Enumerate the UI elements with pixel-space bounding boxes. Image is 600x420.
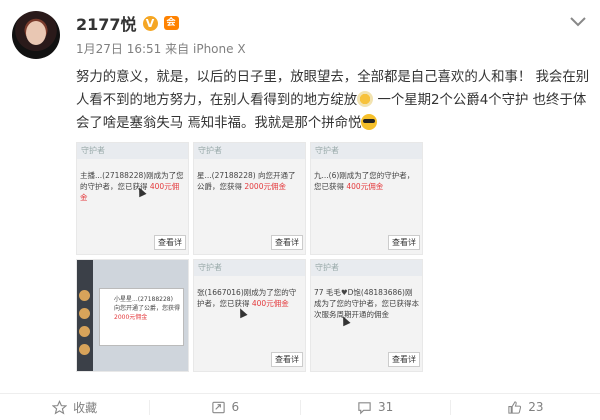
sunflower-emoji-icon: [357, 91, 374, 107]
thumbs-up-icon: [508, 400, 522, 414]
chat-avatar-icon: [79, 308, 90, 319]
thumb-view-button: 查看详: [388, 235, 420, 250]
chat-avatar-icon: [79, 344, 90, 355]
user-name[interactable]: 2177悦: [76, 11, 137, 35]
thumb-text: 九...(6)刚成为了您的守护者，您已获得 400元佣金: [314, 171, 415, 191]
verified-icon: V: [142, 15, 158, 31]
comment-count: 31: [377, 400, 394, 414]
favorite-label: 收藏: [73, 400, 98, 415]
image-thumb-6[interactable]: 守护者 77 毛毛♥D饱(48183686)刚成为了您的守护者，您已获得本次服务…: [310, 259, 423, 372]
repost-count: 6: [231, 400, 240, 414]
user-name-row: 2177悦 V 会: [76, 12, 179, 34]
thumb-bar: 守护者: [311, 260, 422, 276]
thumb-bar: 守护者: [77, 143, 188, 159]
image-thumb-1[interactable]: 守护者 主播...(27188228)刚成为了您的守护者，您已获得 400元佣金…: [76, 142, 189, 255]
cool-sunglasses-emoji-icon: [361, 114, 378, 130]
chat-avatar-icon: [79, 326, 90, 337]
like-count: 23: [528, 400, 544, 414]
star-icon: [52, 399, 68, 414]
comment-icon: [358, 401, 371, 414]
weibo-post: 2177悦 V 会 1月27日 16:51 来自 iPhone X 努力的意义，…: [0, 0, 600, 420]
thumb-text: 77 毛毛♥D饱(48183686)刚成为了您的守护者，您已获得本次服务周期开通…: [314, 288, 419, 319]
thumb-view-button: 查看详: [271, 352, 303, 367]
thumb-view-button: 查看详: [388, 352, 420, 367]
source-prefix: 来自: [165, 42, 190, 56]
source-device: iPhone X: [193, 42, 246, 56]
image-grid: 守护者 主播...(27188228)刚成为了您的守护者，您已获得 400元佣金…: [76, 142, 424, 375]
repost-button[interactable]: 6: [149, 399, 299, 415]
thumb-view-button: 查看详: [154, 235, 186, 250]
thumb-bar: 守护者: [194, 143, 305, 159]
image-thumb-3[interactable]: 守护者 九...(6)刚成为了您的守护者，您已获得 400元佣金 查看详: [310, 142, 423, 255]
image-thumb-4[interactable]: 小星星...(27188228) 向您开通了公爵，您获得 2000元佣金: [76, 259, 189, 372]
popup-card: 小星星...(27188228) 向您开通了公爵，您获得 2000元佣金: [99, 288, 184, 346]
user-avatar[interactable]: [12, 11, 60, 59]
like-button[interactable]: 23: [449, 399, 600, 415]
image-thumb-2[interactable]: 守护者 星...(27188228) 向您开通了公爵，您获得 2000元佣金 查…: [193, 142, 306, 255]
image-thumb-5[interactable]: 守护者 张(1667016)刚成为了您的守护者，您已获得 400元佣金 查看详: [193, 259, 306, 372]
thumb-bar: 守护者: [311, 143, 422, 159]
vip-badge-icon[interactable]: 会: [163, 16, 179, 30]
thumb-view-button: 查看详: [271, 235, 303, 250]
chevron-down-icon[interactable]: [568, 14, 588, 30]
thumb-bar: 守护者: [194, 260, 305, 276]
action-bar: 收藏 6 31 23: [0, 393, 600, 420]
favorite-button[interactable]: 收藏: [0, 399, 149, 416]
repost-icon: [211, 401, 225, 413]
post-time: 16:51: [126, 42, 162, 56]
thumb-text: 主播...(27188228)刚成为了您的守护者，您已获得 400元佣金: [80, 171, 184, 202]
post-meta: 1月27日 16:51 来自 iPhone X: [76, 40, 246, 57]
comment-button[interactable]: 31: [299, 399, 450, 415]
thumb-text: 张(1667016)刚成为了您的守护者，您已获得 400元佣金: [197, 288, 297, 308]
thumb-text: 星...(27188228) 向您开通了公爵，您获得 2000元佣金: [197, 171, 296, 191]
post-date[interactable]: 1月27日: [76, 42, 123, 56]
thumb-text: 小星星...(27188228) 向您开通了公爵，您获得 2000元佣金: [114, 296, 181, 321]
post-content: 努力的意义，就是，以后的日子里，放眼望去，全部都是自己喜欢的人和事！ 我会在别人…: [76, 66, 591, 135]
chat-avatar-icon: [79, 290, 90, 301]
